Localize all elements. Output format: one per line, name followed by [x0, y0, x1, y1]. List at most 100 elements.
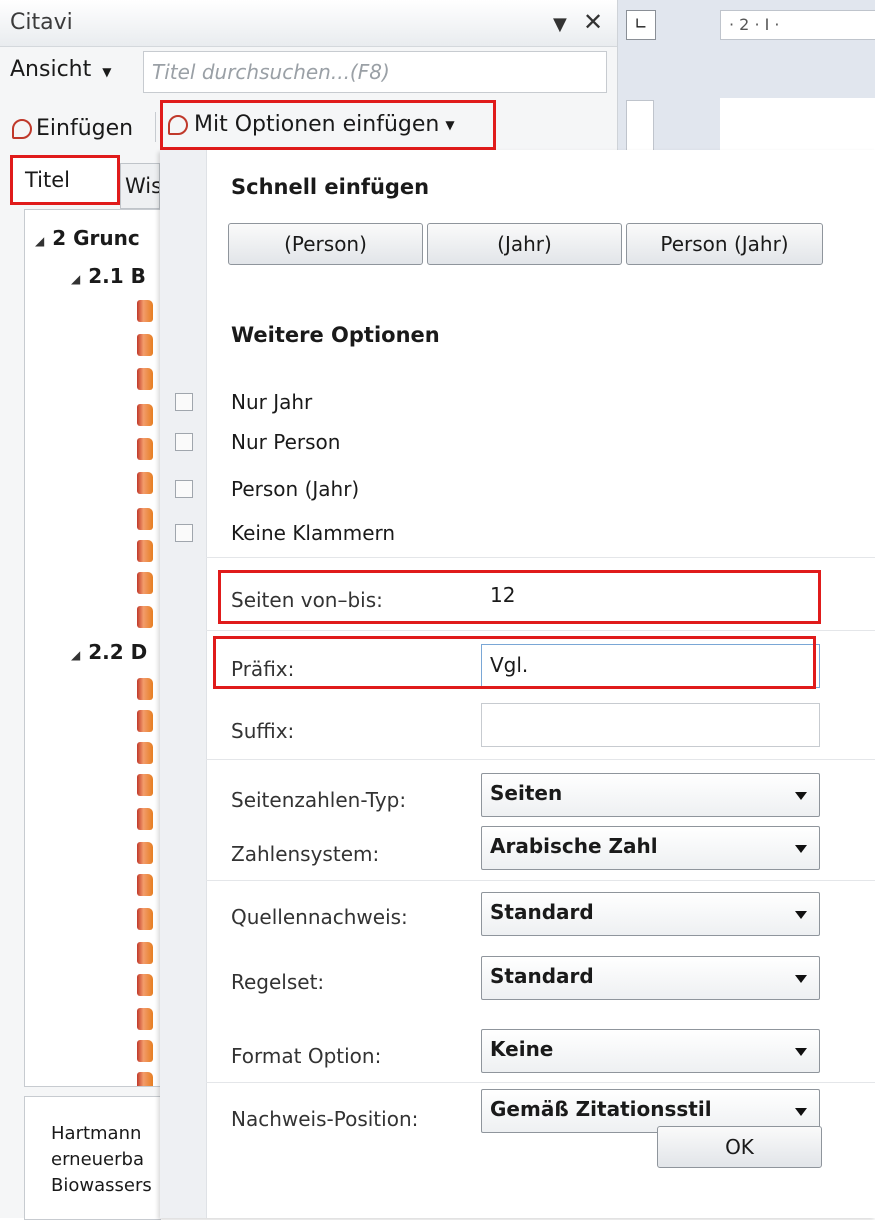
tab-stop-selector[interactable]: ∟	[626, 10, 656, 40]
detail-line: Biowassers	[51, 1175, 152, 1196]
dropdown-arrow-icon	[795, 792, 807, 800]
citation-position-label: Nachweis-Position:	[231, 1107, 419, 1131]
reference-book-icon[interactable]	[137, 1072, 153, 1086]
person-jahr-checkbox[interactable]	[175, 480, 193, 498]
prefix-highlight	[213, 636, 816, 689]
suffix-input[interactable]	[481, 703, 820, 747]
tree-node[interactable]: ◢ 2.1 B	[71, 264, 146, 288]
reference-book-icon[interactable]	[137, 300, 153, 322]
keine-klammern-label: Keine Klammern	[231, 521, 396, 545]
tab-wissen[interactable]: Wis	[120, 163, 160, 209]
number-system-label: Zahlensystem:	[231, 842, 380, 866]
reference-book-icon[interactable]	[137, 572, 153, 594]
close-icon[interactable]: ✕	[583, 8, 603, 36]
reference-book-icon[interactable]	[137, 710, 153, 732]
tree-node-label: 2.2 D	[88, 640, 148, 664]
ruleset-value: Standard	[490, 964, 594, 988]
more-options-header: Weitere Optionen	[231, 323, 440, 347]
reference-book-icon[interactable]	[137, 540, 153, 562]
page-type-select[interactable]: Seiten	[481, 773, 820, 817]
reference-book-icon[interactable]	[137, 606, 153, 628]
quick-insert-year-button[interactable]: (Jahr)	[427, 223, 622, 265]
suffix-label: Suffix:	[231, 719, 295, 743]
reference-book-icon[interactable]	[137, 908, 153, 930]
collapse-triangle-icon[interactable]: ◢	[35, 234, 44, 248]
format-option-value: Keine	[490, 1037, 554, 1061]
detail-line: erneuerba	[51, 1149, 144, 1170]
separator	[206, 880, 875, 881]
ruleset-label: Regelset:	[231, 970, 325, 994]
dropdown-arrow-icon	[795, 1108, 807, 1116]
view-menu[interactable]: Ansicht ▼	[10, 57, 111, 82]
reference-book-icon[interactable]	[137, 974, 153, 996]
nur-person-checkbox[interactable]	[175, 433, 193, 451]
insert-button[interactable]: Einfügen	[12, 116, 133, 141]
ok-button[interactable]: OK	[657, 1126, 822, 1168]
insert-button-label: Einfügen	[36, 116, 134, 141]
number-system-value: Arabische Zahl	[490, 834, 658, 858]
tree-node-label: 2.1 B	[88, 264, 146, 288]
reference-book-icon[interactable]	[137, 472, 153, 494]
outline-tree: ◢ 2 Grunc ◢ 2.1 B ◢ 2.2 D	[24, 209, 161, 1087]
reference-book-icon[interactable]	[137, 1040, 153, 1062]
citation-bubble-icon	[168, 114, 188, 135]
page-type-value: Seiten	[490, 781, 563, 805]
reference-book-icon[interactable]	[137, 774, 153, 796]
reference-book-icon[interactable]	[137, 808, 153, 830]
reference-book-icon[interactable]	[137, 368, 153, 390]
dropdown-arrow-icon	[795, 1048, 807, 1056]
ruleset-select[interactable]: Standard	[481, 956, 820, 1000]
tree-node[interactable]: ◢ 2.2 D	[71, 640, 147, 664]
chevron-down-icon: ▼	[102, 65, 112, 79]
quick-insert-person-button[interactable]: (Person)	[228, 223, 423, 265]
format-option-label: Format Option:	[231, 1044, 382, 1068]
number-system-select[interactable]: Arabische Zahl	[481, 826, 820, 870]
nur-jahr-label: Nur Jahr	[231, 390, 313, 414]
reference-book-icon[interactable]	[137, 438, 153, 460]
collapse-triangle-icon[interactable]: ◢	[71, 648, 80, 662]
dropdown-arrow-icon	[795, 975, 807, 983]
panel-gutter	[160, 150, 207, 1218]
insert-options-label: Mit Optionen einfügen	[194, 112, 440, 137]
search-input[interactable]: Titel durchsuchen...(F8)	[143, 51, 607, 93]
chevron-down-icon: ▼	[445, 117, 455, 132]
tab-titel[interactable]: Titel	[10, 155, 120, 205]
insert-options-button[interactable]: Mit Optionen einfügen ▼	[168, 112, 455, 137]
reference-book-icon[interactable]	[137, 508, 153, 530]
separator	[206, 759, 875, 760]
reference-book-icon[interactable]	[137, 404, 153, 426]
view-menu-label: Ansicht	[10, 57, 92, 82]
nur-jahr-checkbox[interactable]	[175, 393, 193, 411]
reference-book-icon[interactable]	[137, 942, 153, 964]
person-jahr-label: Person (Jahr)	[231, 477, 360, 501]
nur-person-label: Nur Person	[231, 430, 341, 454]
page-type-label: Seitenzahlen-Typ:	[231, 788, 407, 812]
source-reference-value: Standard	[490, 900, 594, 924]
format-option-select[interactable]: Keine	[481, 1029, 820, 1073]
citation-bubble-icon	[12, 118, 32, 139]
collapse-triangle-icon[interactable]: ◢	[71, 272, 80, 286]
pane-menu-chevron-icon[interactable]: ▼	[553, 14, 567, 35]
detail-line: Hartmann	[51, 1123, 142, 1144]
reference-book-icon[interactable]	[137, 678, 153, 700]
dropdown-arrow-icon	[795, 845, 807, 853]
pages-highlight	[218, 570, 821, 624]
pane-titlebar: Citavi ▼ ✕	[0, 0, 617, 47]
dropdown-arrow-icon	[795, 911, 807, 919]
source-reference-select[interactable]: Standard	[481, 892, 820, 936]
reference-book-icon[interactable]	[137, 1008, 153, 1030]
keine-klammern-checkbox[interactable]	[175, 524, 193, 542]
separator	[206, 630, 875, 631]
toolbar-divider	[155, 112, 156, 142]
horizontal-ruler: · 2 · I ·	[720, 10, 875, 40]
citation-position-value: Gemäß Zitationsstil	[490, 1097, 712, 1121]
reference-book-icon[interactable]	[137, 334, 153, 356]
tree-node-label: 2 Grunc	[52, 226, 140, 250]
reference-book-icon[interactable]	[137, 874, 153, 896]
pane-title: Citavi	[10, 10, 73, 35]
tree-node[interactable]: ◢ 2 Grunc	[35, 226, 140, 250]
reference-detail: Hartmann erneuerba Biowassers	[24, 1096, 161, 1220]
reference-book-icon[interactable]	[137, 742, 153, 764]
reference-book-icon[interactable]	[137, 842, 153, 864]
quick-insert-person-year-button[interactable]: Person (Jahr)	[626, 223, 823, 265]
